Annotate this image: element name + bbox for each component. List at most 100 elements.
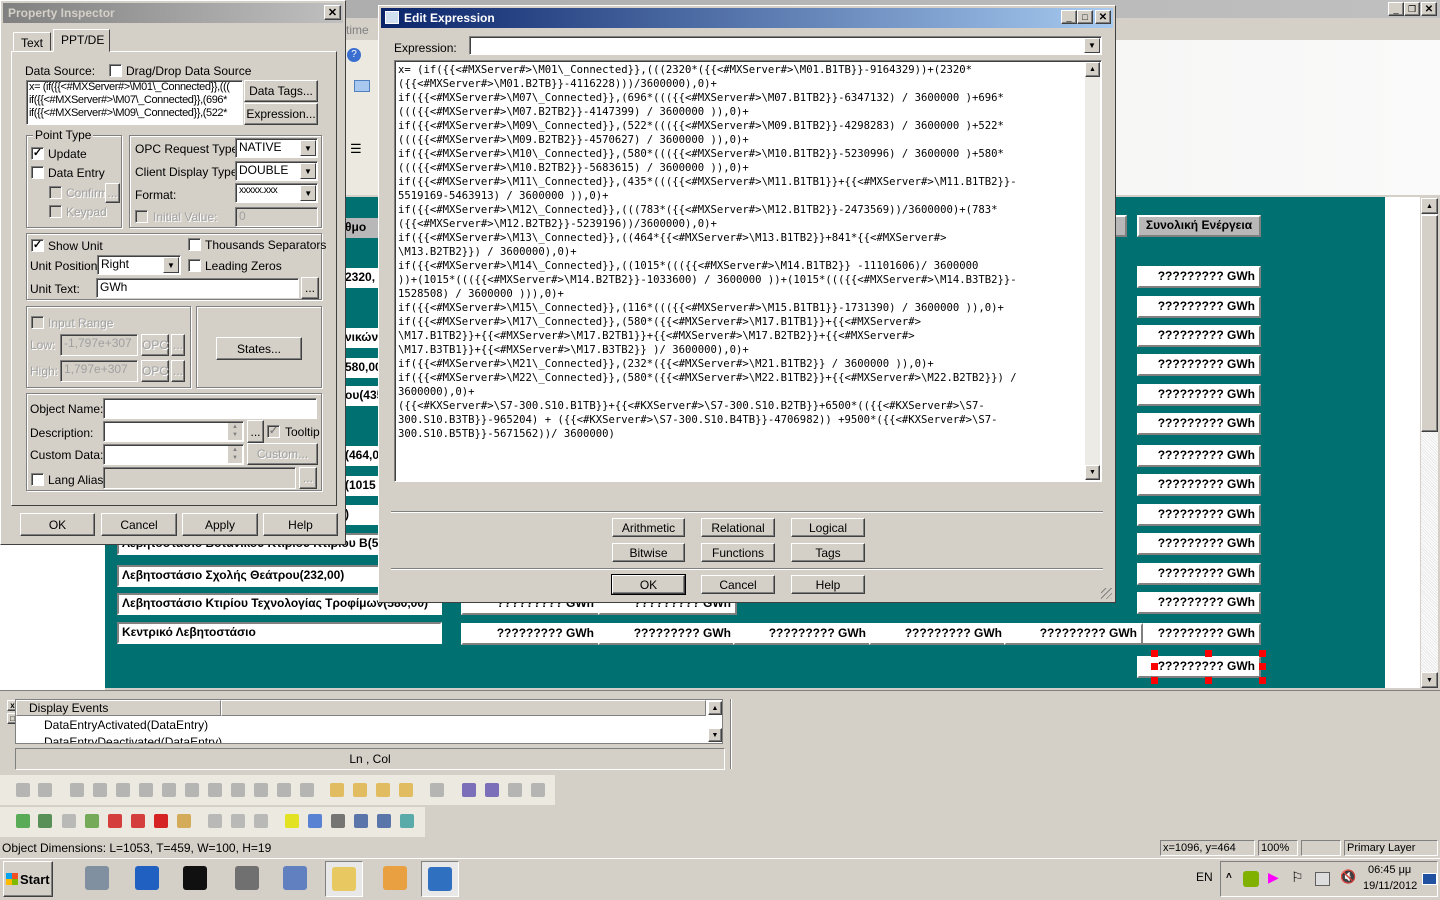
taskbar-app-button[interactable] — [277, 861, 315, 897]
building-label-fragment[interactable]: ου(435 — [345, 386, 380, 406]
building-label-fragment[interactable]: 580,00 — [345, 358, 380, 378]
ok-button[interactable]: OK — [611, 574, 686, 595]
selection-handle[interactable] — [1151, 650, 1158, 657]
bring-front-icon[interactable] — [330, 783, 344, 797]
selection-handle[interactable] — [1205, 677, 1212, 684]
cancel-button[interactable]: Cancel — [701, 575, 775, 594]
energy-value-box[interactable]: ????????? GWh — [598, 623, 737, 645]
opc-request-select[interactable]: NATIVE ▼ — [235, 138, 318, 158]
confirm-checkbox[interactable] — [49, 186, 62, 199]
help-button[interactable]: Help — [791, 575, 865, 594]
lang-alias-field[interactable] — [103, 467, 296, 489]
align-middle-icon[interactable] — [116, 783, 130, 797]
selection-handle[interactable] — [1259, 663, 1266, 670]
chevron-down-icon[interactable]: ▼ — [300, 163, 316, 179]
logical-button[interactable]: Logical — [791, 518, 865, 537]
leading-zeros-checkbox[interactable] — [188, 259, 201, 272]
functions-button[interactable]: Functions — [701, 543, 775, 562]
data-tags-button[interactable]: Data Tags... — [244, 80, 318, 102]
energy-value-box[interactable]: ????????? GWh — [461, 623, 600, 645]
expression-editor[interactable]: x= (if({{<#MXServer#>\M01\_Connected}},(… — [394, 60, 1102, 482]
align-center-icon[interactable]: ☰ — [350, 141, 362, 157]
energy-value-box[interactable]: ????????? GWh — [1137, 354, 1261, 376]
building-label[interactable]: Λεβητοστάσιο Σχολής Θεάτρου(232,00) — [117, 565, 380, 587]
taskbar-app-button[interactable] — [229, 861, 267, 897]
pen-icon[interactable] — [177, 814, 191, 828]
taskbar-app-button[interactable] — [377, 861, 415, 897]
language-indicator[interactable]: EN — [1196, 870, 1213, 884]
update-checkbox[interactable]: ✓ — [31, 147, 44, 160]
description-spinner[interactable]: ▲ ▼ — [228, 423, 242, 440]
rotate-icon[interactable] — [430, 783, 444, 797]
ungroup-icon[interactable] — [38, 783, 52, 797]
polyline-icon[interactable] — [62, 814, 76, 828]
custom-data-spinner[interactable]: ▲ ▼ — [228, 446, 242, 463]
tags-button[interactable]: Tags — [791, 543, 865, 562]
energy-value-box[interactable]: ????????? GWh — [1137, 623, 1261, 645]
description-field[interactable]: ▲ ▼ — [103, 421, 244, 442]
states-button[interactable]: States... — [216, 337, 302, 360]
move-icon[interactable] — [85, 814, 99, 828]
scroll-down-button[interactable]: ▼ — [1421, 672, 1438, 688]
building-label[interactable]: Κεντρικό Λεβητοστάσιο — [117, 622, 442, 644]
same-width-icon[interactable] — [277, 783, 291, 797]
app-minimize-button[interactable]: _ — [1388, 2, 1404, 16]
align-right-icon[interactable] — [162, 783, 176, 797]
close-button[interactable]: ✕ — [1095, 10, 1111, 24]
bitwise-button[interactable]: Bitwise — [612, 543, 685, 562]
energy-value-box[interactable]: ????????? GWh — [1137, 533, 1261, 555]
numeric-display-icon[interactable] — [285, 814, 299, 828]
building-label-fragment[interactable]: (1015 — [345, 476, 380, 496]
alarm-icon[interactable] — [154, 814, 168, 828]
arithmetic-button[interactable]: Arithmetic — [612, 518, 685, 537]
energy-value-box[interactable]: ????????? GWh — [1137, 474, 1261, 496]
fan-icon[interactable] — [254, 814, 268, 828]
same-size-icon[interactable] — [300, 783, 314, 797]
data-entry-checkbox[interactable] — [31, 166, 44, 179]
relational-button[interactable]: Relational — [701, 518, 775, 537]
help-icon[interactable]: ? — [347, 48, 361, 62]
low-field[interactable]: -1,797e+307 — [60, 334, 138, 356]
properties-icon[interactable] — [354, 80, 370, 92]
flip-vertical-icon[interactable] — [531, 783, 545, 797]
show-unit-checkbox[interactable]: ✓ — [31, 239, 44, 252]
chevron-down-icon[interactable]: ▼ — [300, 140, 316, 156]
chevron-down-icon[interactable]: ▼ — [300, 185, 316, 201]
bring-forward-icon[interactable] — [376, 783, 390, 797]
space-horizontal-icon[interactable] — [208, 783, 222, 797]
same-height-icon[interactable] — [254, 783, 268, 797]
flag-icon[interactable]: ⚐ — [1291, 869, 1304, 886]
show-desktop-icon[interactable] — [1422, 873, 1437, 885]
chart-icon[interactable] — [400, 814, 414, 828]
scroll-up-button[interactable]: ▲ — [708, 701, 722, 715]
selection-handle[interactable] — [1151, 663, 1158, 670]
event-item[interactable]: DataEntryActivated(DataEntry) — [44, 718, 208, 732]
rotate-right-icon[interactable] — [485, 783, 499, 797]
client-display-select[interactable]: DOUBLE ▼ — [235, 161, 318, 181]
start-button[interactable]: Start — [3, 861, 53, 897]
chevron-down-icon[interactable]: ▼ — [163, 257, 179, 273]
taskbar-app-button[interactable] — [325, 861, 363, 897]
align-center-icon[interactable] — [185, 783, 199, 797]
events-list[interactable]: Display Events DataEntryActivated(DataEn… — [15, 699, 723, 744]
clock-date[interactable]: 19/11/2012 — [1363, 880, 1417, 892]
gauge-icon[interactable] — [231, 814, 245, 828]
cancel-button[interactable]: Cancel — [101, 513, 177, 536]
scroll-down-button[interactable]: ▼ — [1085, 465, 1100, 480]
editor-scrollbar[interactable]: ▲ ▼ — [1085, 62, 1100, 480]
energy-value-box[interactable]: ????????? GWh — [1137, 413, 1261, 435]
confirm-options-button[interactable]: ... — [105, 183, 120, 203]
keypad-checkbox[interactable] — [49, 205, 62, 218]
events-header[interactable]: Display Events — [16, 700, 221, 716]
energy-value-box[interactable]: ????????? GWh — [1137, 563, 1261, 585]
event-item[interactable]: DataEntryDeactivated(DataEntry) — [44, 735, 222, 743]
play-icon[interactable]: ▶ — [1268, 869, 1279, 886]
energy-value-box[interactable]: ????????? GWh — [1004, 623, 1143, 645]
initial-value-field[interactable]: 0 — [235, 207, 318, 227]
expression-combo[interactable]: ▼ — [469, 36, 1102, 55]
align-top-icon[interactable] — [93, 783, 107, 797]
building-label-fragment[interactable]: 2320, — [345, 268, 380, 288]
unit-text-browse-button[interactable]: ... — [301, 277, 319, 299]
edit-expression-title-bar[interactable]: Edit Expression — [381, 8, 1113, 28]
selection-handle[interactable] — [1151, 677, 1158, 684]
